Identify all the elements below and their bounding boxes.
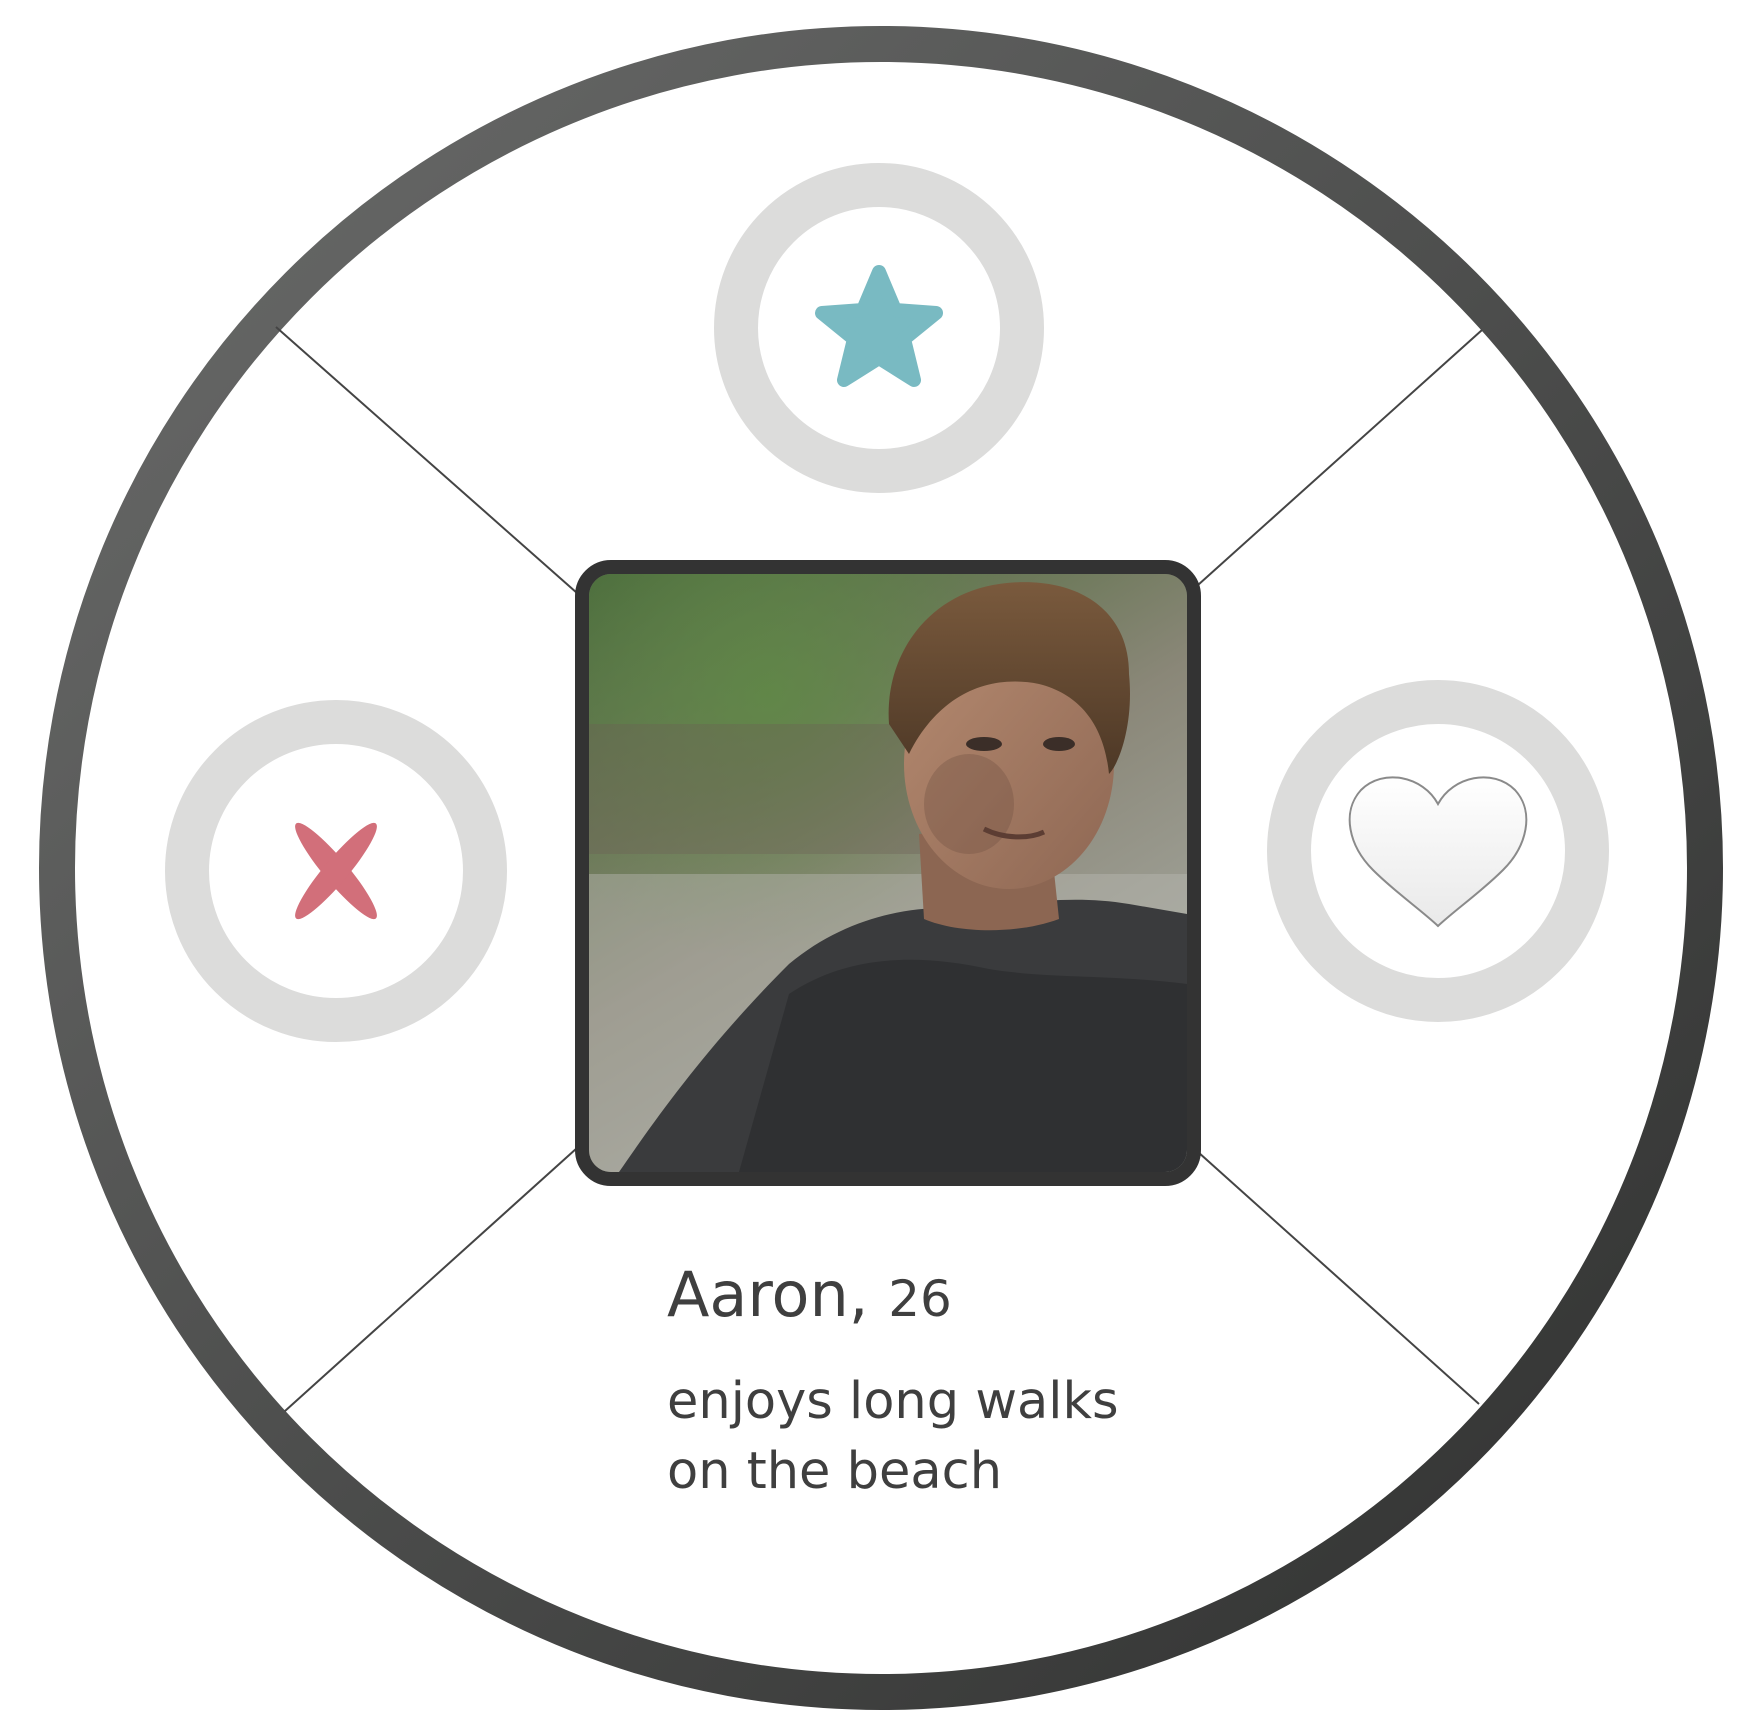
profile-age: 26 bbox=[888, 1270, 952, 1328]
photo-eye-left bbox=[966, 737, 1002, 751]
star-icon bbox=[815, 265, 943, 387]
profile-photo-frame[interactable] bbox=[575, 560, 1201, 1186]
heart-shape bbox=[1348, 776, 1528, 928]
profile-name-line: Aaron, 26 bbox=[667, 1255, 1119, 1339]
photo-cheek-shadow bbox=[924, 754, 1014, 854]
photo-shirt-shade bbox=[739, 959, 1187, 1172]
nope-button[interactable] bbox=[165, 700, 507, 1042]
profile-bio-line-2: on the beach bbox=[667, 1442, 1003, 1501]
like-button[interactable] bbox=[1267, 680, 1609, 1022]
photo-eye-right bbox=[1043, 737, 1075, 751]
heart-icon bbox=[1348, 776, 1528, 928]
profile-bio-line-1: enjoys long walks bbox=[667, 1372, 1119, 1431]
profile-info: Aaron, 26 enjoys long walks on the beach bbox=[667, 1255, 1119, 1507]
super-like-button[interactable] bbox=[714, 163, 1044, 493]
profile-photo bbox=[589, 574, 1187, 1172]
photo-wall bbox=[589, 724, 949, 854]
profile-bio: enjoys long walks on the beach bbox=[667, 1367, 1119, 1507]
star-shape bbox=[815, 265, 943, 387]
x-icon bbox=[295, 822, 377, 920]
profile-name: Aaron bbox=[667, 1258, 849, 1331]
profile-separator: , bbox=[848, 1258, 869, 1331]
